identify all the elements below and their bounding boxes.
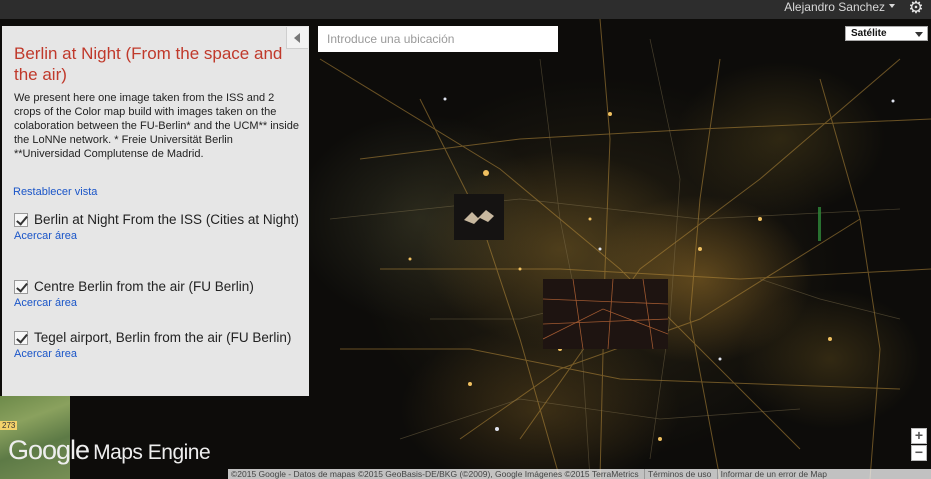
layer-name: Berlin at Night From the ISS (Cities at … <box>34 212 299 227</box>
chevron-down-icon <box>889 4 895 8</box>
user-menu[interactable]: Alejandro Sanchez <box>784 0 895 19</box>
zoom-out-button[interactable]: − <box>911 445 927 461</box>
zoom-in-button[interactable]: + <box>911 428 927 444</box>
map-type-select[interactable]: Satélite <box>845 26 928 41</box>
layer-item: Tegel airport, Berlin from the air (FU B… <box>14 329 304 360</box>
report-error-link[interactable]: Informar de un error de Map <box>716 469 830 479</box>
layer-name: Centre Berlin from the air (FU Berlin) <box>34 279 254 294</box>
gear-icon[interactable]: ⚙ <box>907 0 925 17</box>
attribution-text: ©2015 Google - Datos de mapas ©2015 GeoB… <box>231 469 639 479</box>
collapse-panel-button[interactable] <box>286 27 308 49</box>
chevron-left-icon <box>294 33 300 43</box>
top-bar: Alejandro Sanchez ⚙ <box>0 0 931 19</box>
zoom-to-area-link[interactable]: Acercar área <box>14 348 304 360</box>
google-logo-text: Google <box>8 435 90 465</box>
map-type-value: Satélite <box>851 28 887 39</box>
user-name: Alejandro Sanchez <box>784 0 885 14</box>
layer-name: Tegel airport, Berlin from the air (FU B… <box>34 330 292 345</box>
side-panel: Berlin at Night (From the space and the … <box>2 26 309 396</box>
search-input[interactable] <box>318 26 558 52</box>
layer-checkbox[interactable] <box>14 331 28 345</box>
zoom-to-area-link[interactable]: Acercar área <box>14 230 304 242</box>
layer-checkbox[interactable] <box>14 280 28 294</box>
product-name: Maps Engine <box>93 441 211 464</box>
reset-view-link[interactable]: Restablecer vista <box>13 186 97 198</box>
centre-berlin-crop <box>543 279 668 349</box>
terms-link[interactable]: Términos de uso <box>643 469 715 479</box>
google-maps-engine-logo: Google Maps Engine <box>8 435 211 466</box>
zoom-to-area-link[interactable]: Acercar área <box>14 297 304 309</box>
layer-checkbox[interactable] <box>14 213 28 227</box>
road-label: 273 <box>0 421 18 430</box>
iss-image-crop <box>454 194 504 240</box>
layer-item: Berlin at Night From the ISS (Cities at … <box>14 211 304 242</box>
page-title: Berlin at Night (From the space and the … <box>14 44 283 84</box>
layer-item: Centre Berlin from the air (FU Berlin) A… <box>14 278 304 309</box>
map-attribution: ©2015 Google - Datos de mapas ©2015 GeoB… <box>228 469 931 479</box>
map-description: We present here one image taken from the… <box>14 92 299 160</box>
chevron-down-icon <box>915 32 923 37</box>
